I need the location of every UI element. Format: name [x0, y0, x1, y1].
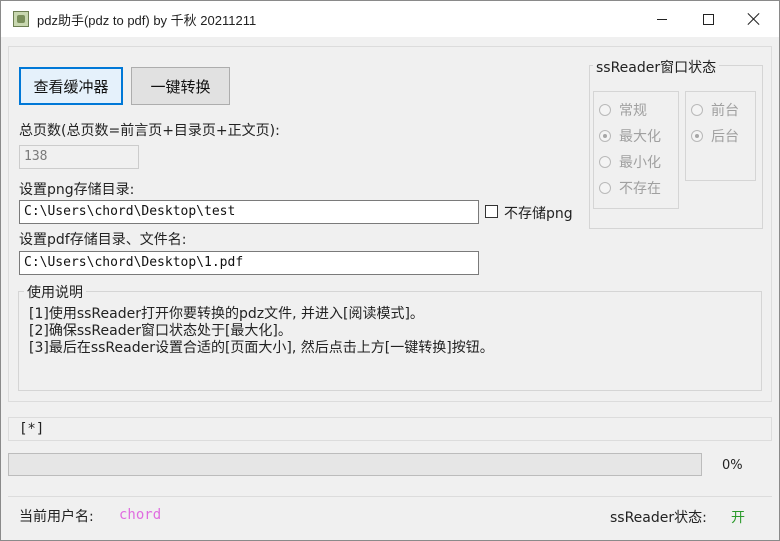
app-window: pdz助手(pdz to pdf) by 千秋 20211211 查看缓冲器 一…: [0, 0, 780, 541]
radio-maximized-button[interactable]: [599, 130, 611, 142]
window-state-title: ssReader窗口状态: [593, 57, 720, 77]
footer-divider: [8, 496, 772, 497]
pdf-dir-input[interactable]: C:\Users\chord\Desktop\1.pdf: [19, 251, 479, 275]
usage-title: 使用说明: [24, 282, 86, 302]
radio-minimized[interactable]: 最小化: [599, 152, 661, 172]
png-dir-input[interactable]: C:\Users\chord\Desktop\test: [19, 200, 479, 224]
radio-foreground-button[interactable]: [691, 104, 703, 116]
no-store-png-label: 不存储png: [504, 206, 573, 222]
radio-not-exist-button[interactable]: [599, 182, 611, 194]
close-button[interactable]: [731, 1, 777, 37]
radio-minimized-button[interactable]: [599, 156, 611, 168]
radio-maximized-label: 最大化: [619, 129, 661, 145]
minimize-button[interactable]: [639, 1, 685, 37]
radio-maximized[interactable]: 最大化: [599, 126, 661, 146]
close-icon: [748, 13, 760, 25]
png-dir-label: 设置png存储目录:: [19, 182, 135, 198]
user-value: chord: [119, 507, 162, 523]
title-bar[interactable]: pdz助手(pdz to pdf) by 千秋 20211211: [1, 1, 779, 37]
usage-line-3: [3]最后在ssReader设置合适的[页面大小], 然后点击上方[一键转换]按…: [29, 340, 494, 356]
no-store-png-checkbox[interactable]: [485, 205, 498, 218]
total-pages-label: 总页数(总页数=前言页+目录页+正文页):: [19, 123, 280, 139]
progress-text: 0%: [722, 458, 743, 473]
maximize-button[interactable]: [685, 1, 731, 37]
progress-bar: [8, 453, 702, 476]
view-buffer-button[interactable]: 查看缓冲器: [19, 67, 123, 105]
radio-minimized-label: 最小化: [619, 155, 661, 171]
status-line: [*]: [8, 417, 772, 441]
radio-not-exist[interactable]: 不存在: [599, 178, 661, 198]
total-pages-field[interactable]: 138: [19, 145, 139, 169]
minimize-icon: [657, 18, 667, 20]
one-click-convert-button[interactable]: 一键转换: [131, 67, 230, 105]
ssreader-state-label: ssReader状态:: [610, 510, 707, 526]
radio-background[interactable]: 后台: [691, 126, 739, 146]
radio-normal-label: 常规: [619, 103, 647, 119]
app-icon: [13, 11, 29, 27]
radio-normal-button[interactable]: [599, 104, 611, 116]
radio-background-button[interactable]: [691, 130, 703, 142]
radio-background-label: 后台: [711, 129, 739, 145]
maximize-icon: [702, 13, 714, 25]
radio-normal[interactable]: 常规: [599, 100, 647, 120]
window-title: pdz助手(pdz to pdf) by 千秋 20211211: [37, 13, 257, 28]
ssreader-state-value: 开: [731, 510, 745, 526]
pdf-dir-label: 设置pdf存储目录、文件名:: [19, 232, 187, 248]
radio-foreground[interactable]: 前台: [691, 100, 739, 120]
user-label: 当前用户名:: [19, 509, 94, 525]
radio-foreground-label: 前台: [711, 103, 739, 119]
radio-not-exist-label: 不存在: [619, 181, 661, 197]
